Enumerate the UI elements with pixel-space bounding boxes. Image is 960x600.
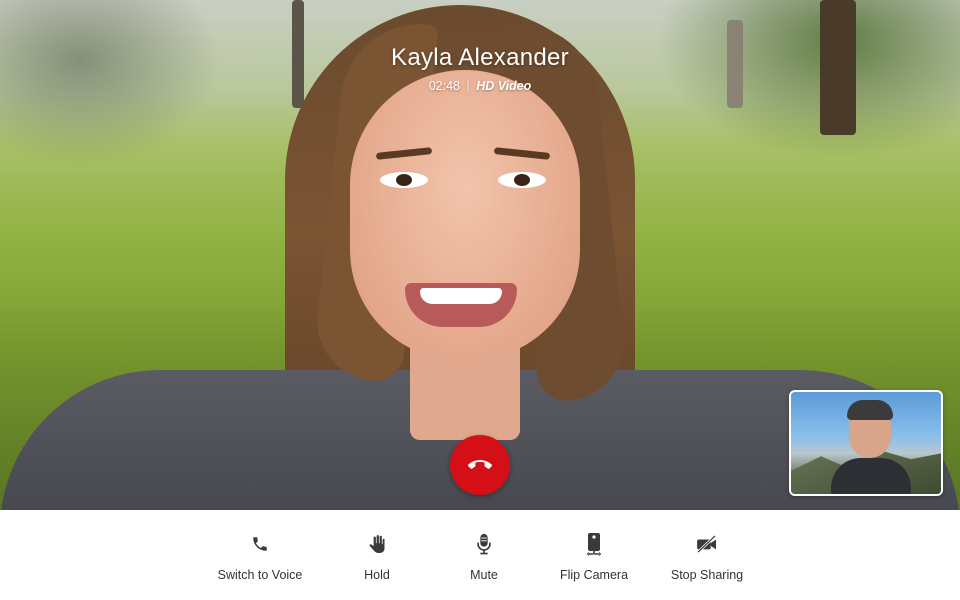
call-toolbar: Switch to Voice Hold Mute Flip Camera St…	[0, 510, 960, 600]
flip-camera-button[interactable]: Flip Camera	[534, 532, 654, 582]
end-call-button[interactable]	[450, 435, 510, 495]
call-header: Kayla Alexander 02:48 | HD Video	[0, 44, 960, 93]
self-view-preview[interactable]	[789, 390, 943, 496]
call-duration: 02:48	[428, 79, 460, 93]
switch-to-voice-button[interactable]: Switch to Voice	[200, 532, 320, 582]
mute-button[interactable]: Mute	[424, 532, 544, 582]
call-meta-separator: |	[466, 79, 470, 93]
call-quality: HD Video	[476, 79, 532, 93]
video-off-icon	[697, 535, 717, 553]
hold-label: Hold	[364, 568, 390, 582]
switch-to-voice-label: Switch to Voice	[217, 568, 303, 582]
flip-camera-label: Flip Camera	[559, 568, 629, 582]
mute-label: Mute	[470, 568, 498, 582]
remote-video: Kayla Alexander 02:48 | HD Video	[0, 0, 960, 510]
caller-name: Kayla Alexander	[391, 44, 569, 71]
stop-sharing-label: Stop Sharing	[670, 568, 744, 582]
hold-button[interactable]: Hold	[317, 532, 437, 582]
hand-icon	[369, 535, 385, 553]
phone-hangup-icon	[468, 460, 492, 469]
stop-sharing-button[interactable]: Stop Sharing	[647, 532, 767, 582]
microphone-icon	[477, 533, 491, 555]
call-meta: 02:48 | HD Video	[0, 79, 960, 93]
phone-icon	[253, 537, 267, 551]
flip-camera-icon	[586, 533, 602, 556]
